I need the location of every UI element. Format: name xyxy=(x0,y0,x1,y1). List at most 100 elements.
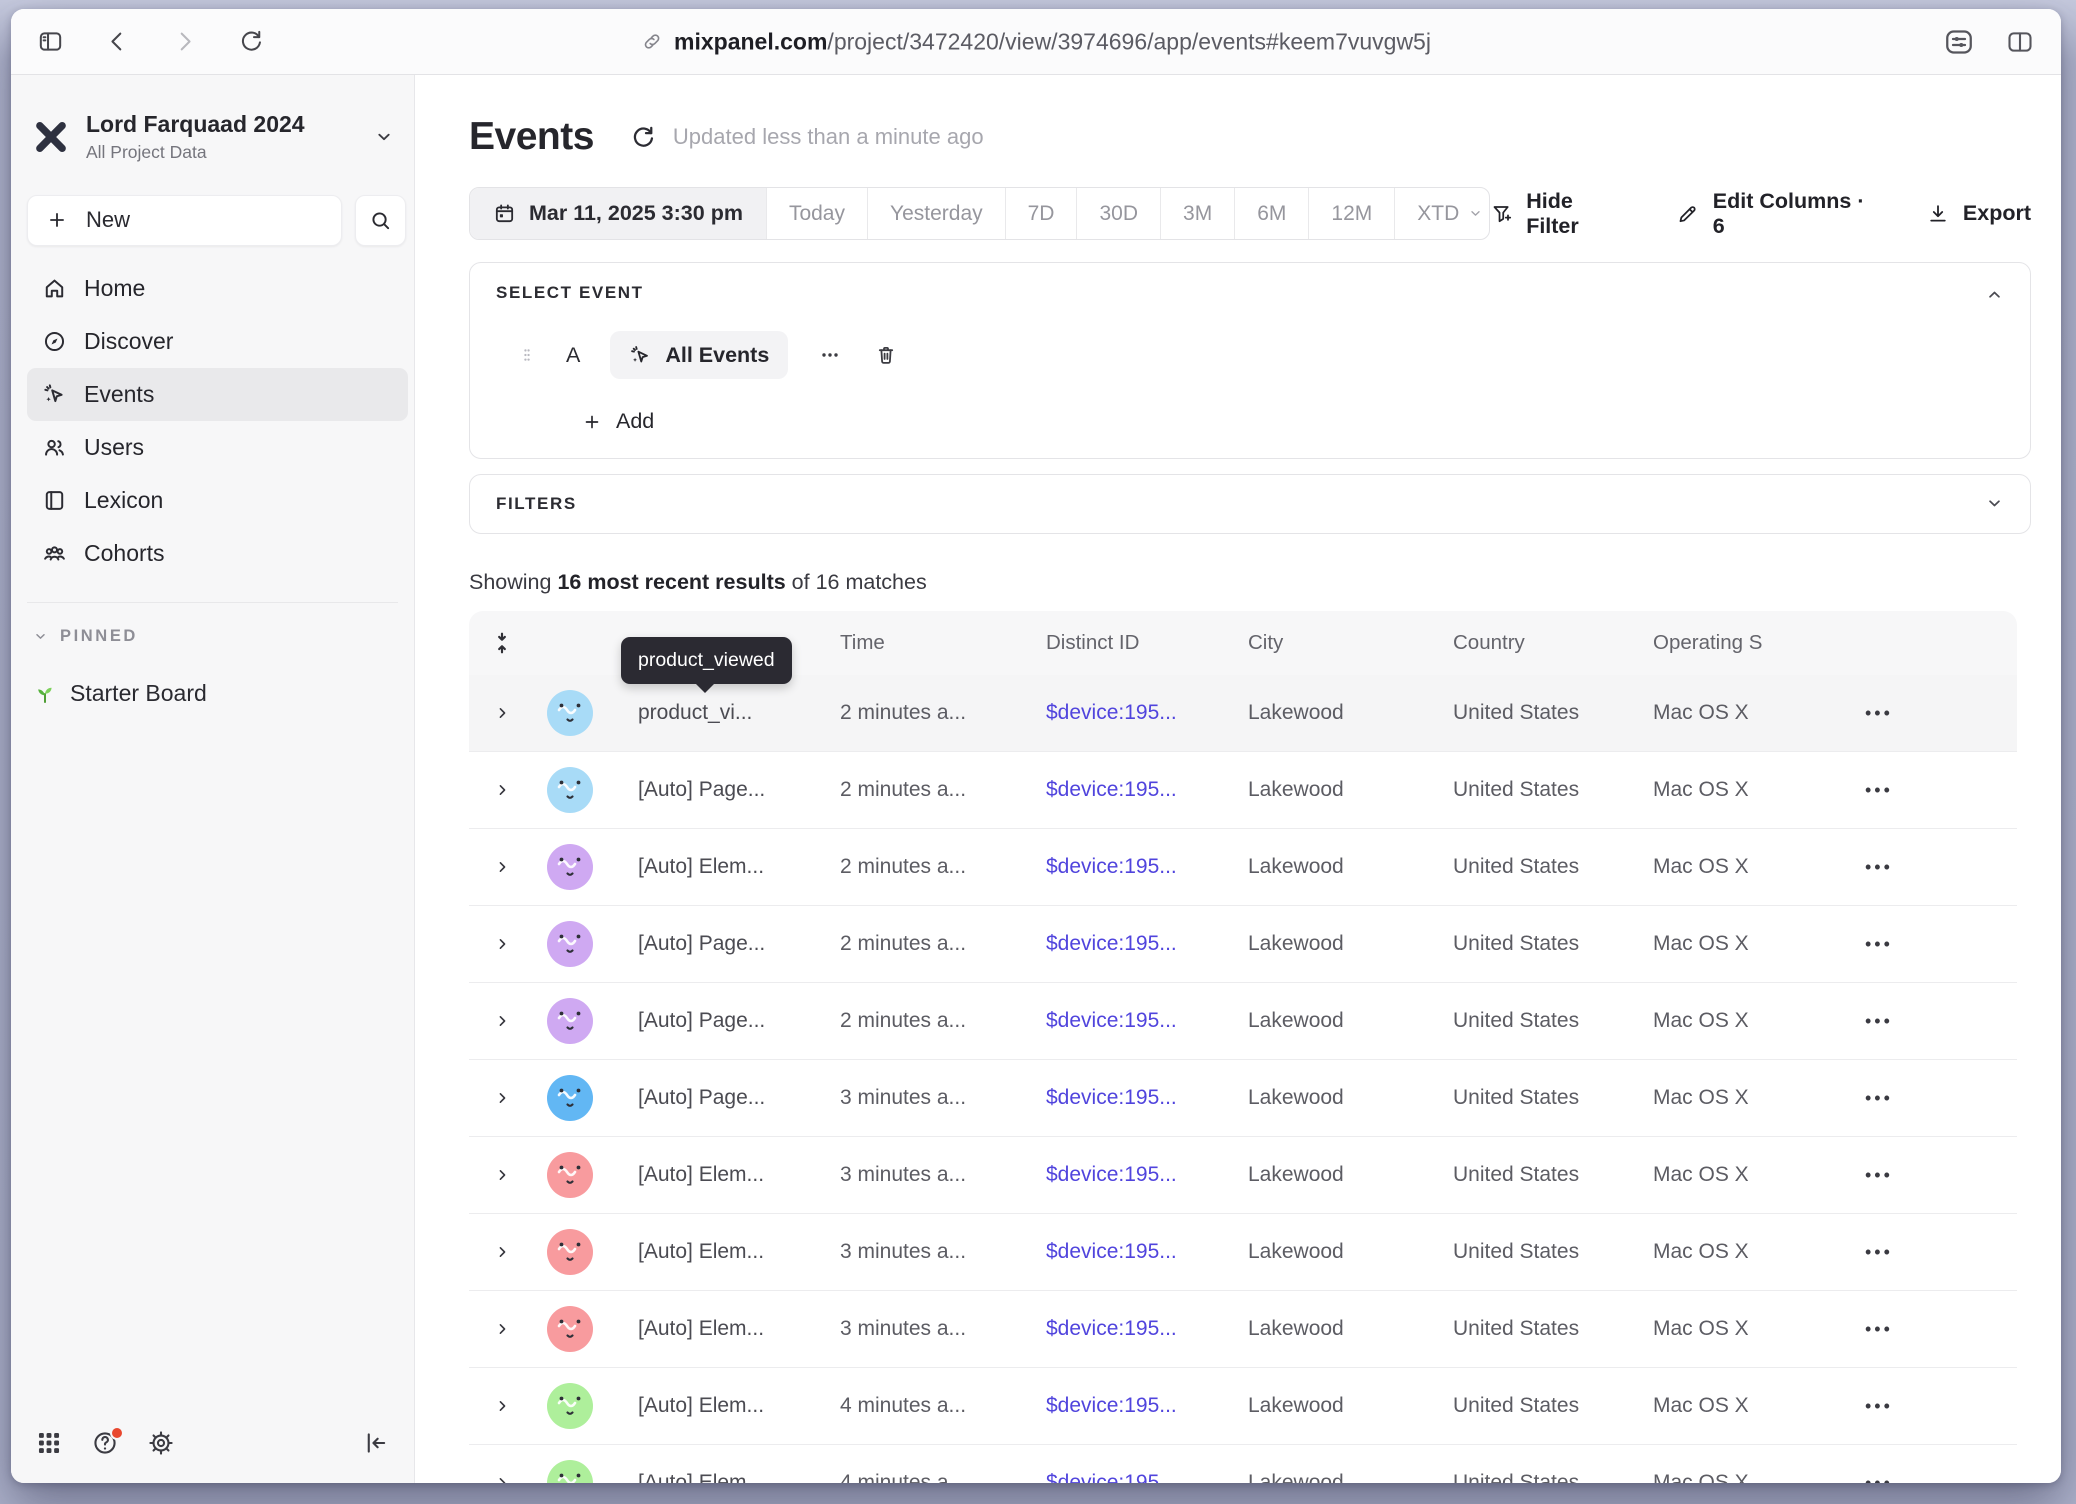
table-row[interactable]: [Auto] Page... 2 minutes a... $device:19… xyxy=(469,906,2017,983)
expand-row-icon[interactable] xyxy=(494,936,510,952)
more-options-icon[interactable] xyxy=(818,343,842,367)
row-actions-button[interactable]: ••• xyxy=(1850,780,2017,801)
refresh-icon[interactable] xyxy=(630,124,657,151)
column-header-os[interactable]: Operating S xyxy=(1620,631,1850,655)
add-event-button[interactable]: Add xyxy=(496,409,2004,434)
export-button[interactable]: Export xyxy=(1926,201,2031,226)
row-actions-button[interactable]: ••• xyxy=(1850,1396,2017,1417)
event-name: [Auto] Elem... xyxy=(605,1317,807,1341)
expand-row-icon[interactable] xyxy=(494,1090,510,1106)
settings-button[interactable] xyxy=(147,1429,175,1457)
table-row[interactable]: [Auto] Page... 3 minutes a... $device:19… xyxy=(469,1060,2017,1137)
distinct-id-link[interactable]: $device:195... xyxy=(1013,1163,1215,1187)
table-row[interactable]: [Auto] Page... 2 minutes a... $device:19… xyxy=(469,983,2017,1060)
page-settings-icon[interactable] xyxy=(1941,27,1977,57)
collapse-all-icon[interactable] xyxy=(489,630,515,656)
reload-icon[interactable] xyxy=(238,28,265,55)
sidebar-item-cohorts[interactable]: Cohorts xyxy=(27,527,408,580)
row-actions-button[interactable]: ••• xyxy=(1850,703,2017,724)
collapse-sidebar-button[interactable] xyxy=(362,1429,390,1457)
browser-window: mixpanel.com/project/3472420/view/397469… xyxy=(11,9,2061,1483)
distinct-id-link[interactable]: $device:195... xyxy=(1013,1009,1215,1033)
row-actions-button[interactable]: ••• xyxy=(1850,1319,2017,1340)
expand-row-icon[interactable] xyxy=(494,859,510,875)
chevron-up-icon[interactable] xyxy=(1985,285,2004,304)
date-picker[interactable]: Mar 11, 2025 3:30 pm xyxy=(470,188,766,239)
distinct-id-link[interactable]: $device:195... xyxy=(1013,701,1215,725)
event-os: Mac OS X xyxy=(1620,1240,1850,1264)
sidebar-item-discover[interactable]: Discover xyxy=(27,315,408,368)
avatar xyxy=(547,1229,593,1275)
new-button-label: New xyxy=(86,207,130,233)
chevron-down-icon[interactable] xyxy=(1985,494,2004,513)
hide-filter-button[interactable]: Hide Filter xyxy=(1490,189,1629,239)
expand-row-icon[interactable] xyxy=(494,1167,510,1183)
new-button[interactable]: New xyxy=(27,195,342,246)
range-6m[interactable]: 6M xyxy=(1234,188,1308,239)
table-row[interactable]: [Auto] Elem... 3 minutes a... $device:19… xyxy=(469,1137,2017,1214)
distinct-id-link[interactable]: $device:195... xyxy=(1013,1471,1215,1483)
range-7d[interactable]: 7D xyxy=(1005,188,1077,239)
sidebar-item-home[interactable]: Home xyxy=(27,262,408,315)
table-row[interactable]: [Auto] Elem... 4 minutes a... $device:19… xyxy=(469,1368,2017,1445)
address-bar[interactable]: mixpanel.com/project/3472420/view/397469… xyxy=(641,28,1431,55)
column-header-city[interactable]: City xyxy=(1215,631,1420,655)
range-3m[interactable]: 3M xyxy=(1160,188,1234,239)
forward-icon[interactable] xyxy=(171,28,198,55)
sidebar-item-users[interactable]: Users xyxy=(27,421,408,474)
split-view-icon[interactable] xyxy=(2005,28,2035,56)
sidebar-toggle-icon[interactable] xyxy=(37,28,64,55)
range-30d[interactable]: 30D xyxy=(1076,188,1160,239)
range-today[interactable]: Today xyxy=(766,188,867,239)
table-row[interactable]: [Auto] Elem... 2 minutes a... $device:19… xyxy=(469,829,2017,906)
table-row[interactable]: [Auto] Elem... 3 minutes a... $device:19… xyxy=(469,1214,2017,1291)
distinct-id-link[interactable]: $device:195... xyxy=(1013,855,1215,879)
distinct-id-link[interactable]: $device:195... xyxy=(1013,778,1215,802)
row-actions-button[interactable]: ••• xyxy=(1850,1165,2017,1186)
event-city: Lakewood xyxy=(1215,1009,1420,1033)
distinct-id-link[interactable]: $device:195... xyxy=(1013,1394,1215,1418)
row-actions-button[interactable]: ••• xyxy=(1850,1011,2017,1032)
column-header-time[interactable]: Time xyxy=(807,631,1013,655)
table-row[interactable]: [Auto] Page... 2 minutes a... $device:19… xyxy=(469,752,2017,829)
edit-columns-button[interactable]: Edit Columns · 6 xyxy=(1676,189,1877,239)
range-yesterday[interactable]: Yesterday xyxy=(867,188,1005,239)
row-actions-button[interactable]: ••• xyxy=(1850,934,2017,955)
expand-row-icon[interactable] xyxy=(494,782,510,798)
expand-row-icon[interactable] xyxy=(494,705,510,721)
drag-handle-icon[interactable] xyxy=(516,344,538,366)
search-button[interactable] xyxy=(355,195,406,246)
expand-row-icon[interactable] xyxy=(494,1475,510,1483)
sidebar-item-events[interactable]: Events xyxy=(27,368,408,421)
row-actions-button[interactable]: ••• xyxy=(1850,1473,2017,1484)
row-actions-button[interactable]: ••• xyxy=(1850,1088,2017,1109)
project-subtitle: All Project Data xyxy=(86,142,305,163)
sidebar-item-lexicon[interactable]: Lexicon xyxy=(27,474,408,527)
expand-row-icon[interactable] xyxy=(494,1013,510,1029)
expand-row-icon[interactable] xyxy=(494,1244,510,1260)
pinned-item-starter-board[interactable]: Starter Board xyxy=(27,672,398,716)
distinct-id-link[interactable]: $device:195... xyxy=(1013,1317,1215,1341)
pinned-section-header[interactable]: PINNED xyxy=(27,627,398,646)
distinct-id-link[interactable]: $device:195... xyxy=(1013,932,1215,956)
event-time: 2 minutes a... xyxy=(807,855,1013,879)
distinct-id-link[interactable]: $device:195... xyxy=(1013,1086,1215,1110)
help-button[interactable] xyxy=(91,1429,119,1457)
event-selector-chip[interactable]: All Events xyxy=(610,331,788,379)
project-switcher[interactable]: Lord Farquaad 2024 All Project Data xyxy=(27,111,398,163)
row-actions-button[interactable]: ••• xyxy=(1850,1242,2017,1263)
apps-grid-button[interactable] xyxy=(35,1429,63,1457)
range-xtd[interactable]: XTD xyxy=(1394,188,1490,239)
back-icon[interactable] xyxy=(104,28,131,55)
expand-row-icon[interactable] xyxy=(494,1321,510,1337)
range-12m[interactable]: 12M xyxy=(1308,188,1394,239)
row-actions-button[interactable]: ••• xyxy=(1850,857,2017,878)
page-title: Events xyxy=(469,115,594,159)
distinct-id-link[interactable]: $device:195... xyxy=(1013,1240,1215,1264)
column-header-country[interactable]: Country xyxy=(1420,631,1620,655)
table-row[interactable]: [Auto] Elem... 4 minutes a... $device:19… xyxy=(469,1445,2017,1483)
trash-icon[interactable] xyxy=(874,343,898,367)
column-header-distinct-id[interactable]: Distinct ID xyxy=(1013,631,1215,655)
expand-row-icon[interactable] xyxy=(494,1398,510,1414)
table-row[interactable]: [Auto] Elem... 3 minutes a... $device:19… xyxy=(469,1291,2017,1368)
